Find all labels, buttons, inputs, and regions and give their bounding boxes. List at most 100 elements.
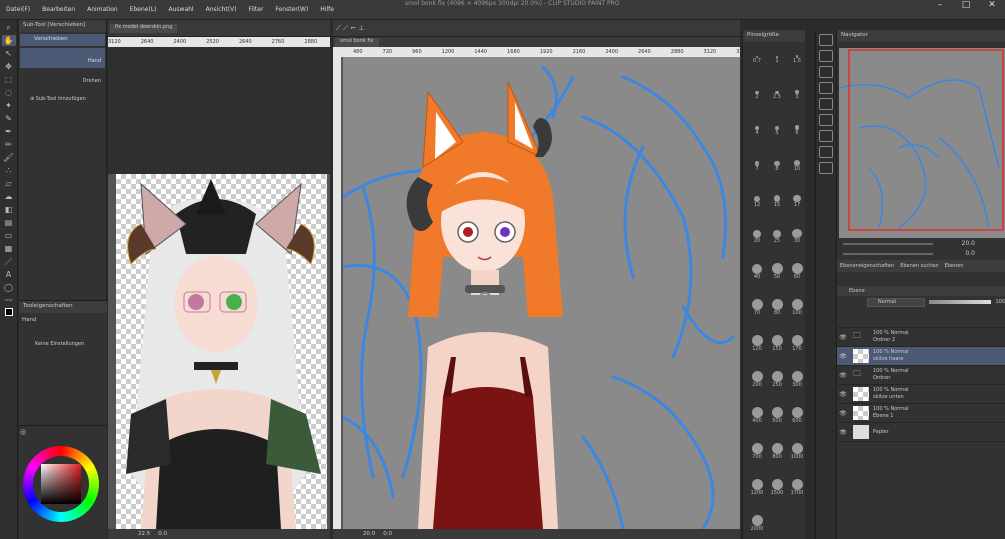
brush-icon[interactable]: 🖌 bbox=[2, 152, 16, 163]
brush-size-item[interactable]: 15 bbox=[767, 188, 787, 208]
opacity-slider[interactable] bbox=[928, 300, 992, 304]
opacity-value[interactable]: 100 bbox=[995, 299, 1005, 305]
layer-folder-row[interactable]: 👁 🗀 100 % Normal Ordner 2 bbox=[837, 328, 1005, 347]
visibility-eye-icon[interactable]: 👁 bbox=[837, 353, 849, 360]
layer-row[interactable]: 👁 100 % Normal skitze unten bbox=[837, 385, 1005, 404]
eraser-icon[interactable]: ▱ bbox=[2, 178, 16, 189]
brush-size-item[interactable]: 4 bbox=[747, 116, 767, 136]
material-icon[interactable] bbox=[818, 50, 833, 62]
material-icon[interactable] bbox=[818, 82, 833, 94]
layer-row[interactable]: 👁 Papier bbox=[837, 423, 1005, 442]
minimize-icon[interactable]: – bbox=[927, 0, 953, 12]
correct-line-icon[interactable]: 〰 bbox=[2, 295, 16, 306]
brush-size-item[interactable]: 10 bbox=[787, 152, 807, 172]
brush-size-item[interactable]: 100 bbox=[787, 296, 807, 316]
brush-size-item[interactable]: 5 bbox=[767, 116, 787, 136]
saturation-value-square[interactable] bbox=[41, 464, 81, 504]
navigator-zoom[interactable]: 20.0 bbox=[962, 240, 975, 248]
material-icon[interactable] bbox=[818, 146, 833, 158]
subtool-item-rotate[interactable]: Drehen bbox=[20, 68, 105, 88]
layer-folder-row[interactable]: 👁 🗀 100 % Normal Ordner bbox=[837, 366, 1005, 385]
brush-size-item[interactable]: 2 bbox=[747, 80, 767, 100]
doc1-tab[interactable]: fix model deerskin.png bbox=[110, 23, 178, 33]
brush-size-item[interactable]: 200 bbox=[747, 368, 767, 388]
brush-size-item[interactable]: 60 bbox=[787, 260, 807, 280]
eyedropper-icon[interactable]: ✎ bbox=[2, 113, 16, 124]
frame-icon[interactable]: ▦ bbox=[2, 243, 16, 254]
brush-size-item[interactable]: 1200 bbox=[747, 476, 767, 496]
blend-mode-select[interactable]: Normal bbox=[867, 297, 925, 307]
visibility-eye-icon[interactable]: 👁 bbox=[837, 410, 849, 417]
quick-access-icons[interactable]: ⟋ ⟋ ⌐ ⊥ bbox=[336, 24, 364, 33]
brush-size-item[interactable]: 2.5 bbox=[767, 80, 787, 100]
hand-icon[interactable]: ✋ bbox=[1, 35, 16, 46]
doc1-angle[interactable]: 0.0 bbox=[158, 531, 167, 537]
brush-size-item[interactable]: 1 bbox=[767, 44, 787, 64]
doc2-tab[interactable]: smol bonk fix bbox=[335, 37, 379, 47]
visibility-eye-icon[interactable]: 👁 bbox=[837, 372, 849, 379]
doc2-zoom[interactable]: 20.0 bbox=[363, 531, 375, 537]
material-icon[interactable] bbox=[818, 98, 833, 110]
doc2-angle[interactable]: 0.0 bbox=[383, 531, 392, 537]
material-icon[interactable] bbox=[818, 66, 833, 78]
subtool-tab[interactable]: Verschieben bbox=[20, 34, 105, 46]
fill-icon[interactable]: ◧ bbox=[2, 204, 16, 215]
doc1-zoom[interactable]: 22.5 bbox=[138, 531, 150, 537]
brush-size-item[interactable]: 800 bbox=[767, 440, 787, 460]
brush-size-item[interactable]: 40 bbox=[747, 260, 767, 280]
selection-icon[interactable]: ⬚ bbox=[2, 74, 16, 85]
ruler-icon[interactable]: ／ bbox=[2, 256, 16, 267]
brush-size-item[interactable]: 2000 bbox=[747, 512, 767, 532]
brush-size-item[interactable]: 120 bbox=[747, 332, 767, 352]
brush-size-item[interactable]: 8 bbox=[767, 152, 787, 172]
navigator-angle[interactable]: 0.0 bbox=[965, 250, 975, 258]
layer-row[interactable]: 👁 100 % Normal Ebene 1 bbox=[837, 404, 1005, 423]
operation-icon[interactable]: ↖ bbox=[2, 48, 16, 59]
visibility-eye-icon[interactable]: 👁 bbox=[837, 334, 849, 341]
text-icon[interactable]: A bbox=[2, 269, 16, 280]
brush-size-item[interactable]: 1700 bbox=[787, 476, 807, 496]
magic-wand-icon[interactable]: ✦ bbox=[2, 100, 16, 111]
material-icon[interactable] bbox=[818, 162, 833, 174]
brush-size-item[interactable]: 1000 bbox=[787, 440, 807, 460]
close-icon[interactable]: ✕ bbox=[979, 0, 1005, 12]
brush-size-item[interactable]: 300 bbox=[787, 368, 807, 388]
zoom-slider[interactable] bbox=[843, 243, 933, 245]
visibility-eye-icon[interactable]: 👁 bbox=[837, 429, 849, 436]
rotate-slider[interactable] bbox=[843, 253, 933, 255]
brush-size-item[interactable]: 70 bbox=[747, 296, 767, 316]
subtool-item-hand[interactable]: Hand bbox=[20, 48, 105, 68]
pencil-icon[interactable]: ✏ bbox=[2, 139, 16, 150]
menu-layer[interactable]: Ebene(L) bbox=[124, 6, 163, 13]
menu-help[interactable]: Hilfe bbox=[314, 6, 340, 13]
menu-window[interactable]: Fenster(W) bbox=[269, 6, 314, 13]
menu-file[interactable]: Datei(F) bbox=[0, 6, 36, 13]
zoom-icon[interactable]: ⌕ bbox=[2, 22, 16, 33]
navigator-preview[interactable] bbox=[839, 48, 1005, 238]
maximize-icon[interactable]: □ bbox=[953, 0, 979, 12]
material-icon[interactable] bbox=[818, 114, 833, 126]
brush-size-item[interactable]: 170 bbox=[787, 332, 807, 352]
menu-filter[interactable]: Filter bbox=[243, 6, 270, 13]
balloon-icon[interactable]: ◯ bbox=[2, 282, 16, 293]
tab-layer-properties[interactable]: Ebeneneigenschaften bbox=[840, 263, 894, 269]
brush-size-item[interactable]: 30 bbox=[787, 224, 807, 244]
visibility-eye-icon[interactable]: 👁 bbox=[837, 391, 849, 398]
material-icon[interactable] bbox=[818, 34, 833, 46]
brush-size-item[interactable]: 700 bbox=[747, 440, 767, 460]
brush-size-item[interactable]: 3 bbox=[787, 80, 807, 100]
brush-size-item[interactable]: 7 bbox=[747, 152, 767, 172]
main-canvas[interactable] bbox=[343, 57, 740, 529]
brush-size-item[interactable]: 150 bbox=[767, 332, 787, 352]
material-icon[interactable] bbox=[818, 130, 833, 142]
menu-edit[interactable]: Bearbeiten bbox=[36, 6, 81, 13]
add-subtool-button[interactable]: ⊕ Sub-Tool hinzufügen bbox=[20, 93, 105, 109]
brush-size-item[interactable]: 12 bbox=[747, 188, 767, 208]
blend-icon[interactable]: ☁ bbox=[2, 191, 16, 202]
lasso-icon[interactable]: ◌ bbox=[2, 87, 16, 98]
brush-size-item[interactable]: 6 bbox=[787, 116, 807, 136]
menu-animation[interactable]: Animation bbox=[81, 6, 124, 13]
color-swatch-icon[interactable] bbox=[2, 308, 16, 319]
brush-size-item[interactable]: 80 bbox=[767, 296, 787, 316]
brush-size-item[interactable]: 1.5 bbox=[787, 44, 807, 64]
